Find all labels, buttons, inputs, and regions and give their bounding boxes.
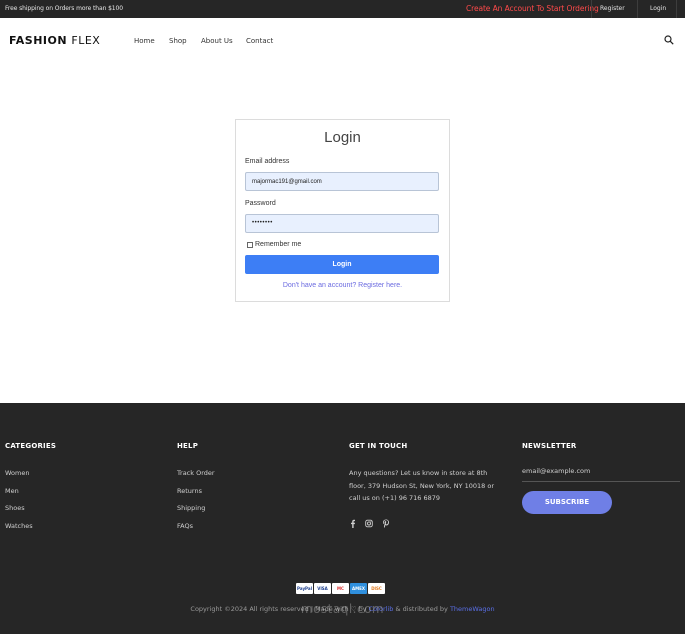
nav-home[interactable]: Home (134, 37, 155, 45)
remember-me[interactable]: Remember me (247, 241, 301, 248)
discover-icon: DISC (368, 583, 385, 594)
brand-light: FLEX (71, 34, 101, 47)
newsletter-heading: NEWSLETTER (522, 442, 577, 450)
remember-checkbox[interactable] (247, 241, 253, 248)
main-nav: FASHION FLEX Home Shop About Us Contact (0, 18, 685, 62)
amex-icon: AMEX (350, 583, 367, 594)
login-card: Login Email address majormac191@gmail.co… (235, 119, 450, 302)
nav-contact[interactable]: Contact (246, 37, 273, 45)
register-here-link[interactable]: Don't have an account? Register here. (236, 282, 449, 289)
paypal-icon: PayPal (296, 583, 313, 594)
help-link-track-order[interactable]: Track Order (177, 469, 215, 477)
category-link-men[interactable]: Men (5, 487, 19, 495)
register-link[interactable]: Register (600, 5, 625, 12)
nav-shop[interactable]: Shop (169, 37, 187, 45)
login-link[interactable]: Login (650, 5, 666, 12)
category-link-women[interactable]: Women (5, 469, 29, 477)
subscribe-button[interactable]: SUBSCRIBE (522, 491, 612, 514)
divider (637, 0, 638, 18)
email-label: Email address (245, 158, 290, 165)
payment-icons: PayPal VISA MC AMEX DISC (296, 583, 385, 594)
top-bar: Free shipping on Orders more than $100 C… (0, 0, 685, 18)
help-link-returns[interactable]: Returns (177, 487, 202, 495)
category-link-watches[interactable]: Watches (5, 522, 33, 530)
email-field[interactable]: majormac191@gmail.com (245, 172, 439, 191)
contact-text: Any questions? Let us know in store at 8… (349, 469, 495, 502)
help-heading: HELP (177, 442, 199, 450)
promo-text: Free shipping on Orders more than $100 (5, 5, 123, 12)
watermark-logo: mostaql.com (300, 602, 385, 616)
category-link-shoes[interactable]: Shoes (5, 504, 25, 512)
create-account-link[interactable]: Create An Account To Start Ordering (466, 4, 599, 13)
facebook-icon[interactable] (349, 519, 357, 528)
brand-bold: FASHION (9, 34, 68, 47)
password-field[interactable]: •••••••• (245, 214, 439, 233)
divider (676, 0, 677, 18)
categories-heading: CATEGORIES (5, 442, 57, 450)
login-title: Login (324, 129, 361, 146)
search-icon[interactable] (664, 35, 674, 45)
contact-heading: GET IN TOUCH (349, 442, 408, 450)
footer: CATEGORIES Women Men Shoes Watches HELP … (0, 403, 685, 634)
visa-icon: VISA (314, 583, 331, 594)
password-label: Password (245, 200, 276, 207)
nav-about-us[interactable]: About Us (201, 37, 233, 45)
instagram-icon[interactable] (365, 519, 373, 528)
pinterest-icon[interactable] (382, 519, 390, 528)
divider (591, 0, 592, 18)
remember-label: Remember me (255, 241, 302, 248)
help-link-shipping[interactable]: Shipping (177, 504, 205, 512)
brand-logo[interactable]: FASHION FLEX (9, 34, 100, 47)
help-link-faqs[interactable]: FAQs (177, 522, 193, 530)
mastercard-icon: MC (332, 583, 349, 594)
newsletter-email-input[interactable]: email@example.com (522, 467, 680, 482)
login-submit-button[interactable]: Login (245, 255, 439, 274)
